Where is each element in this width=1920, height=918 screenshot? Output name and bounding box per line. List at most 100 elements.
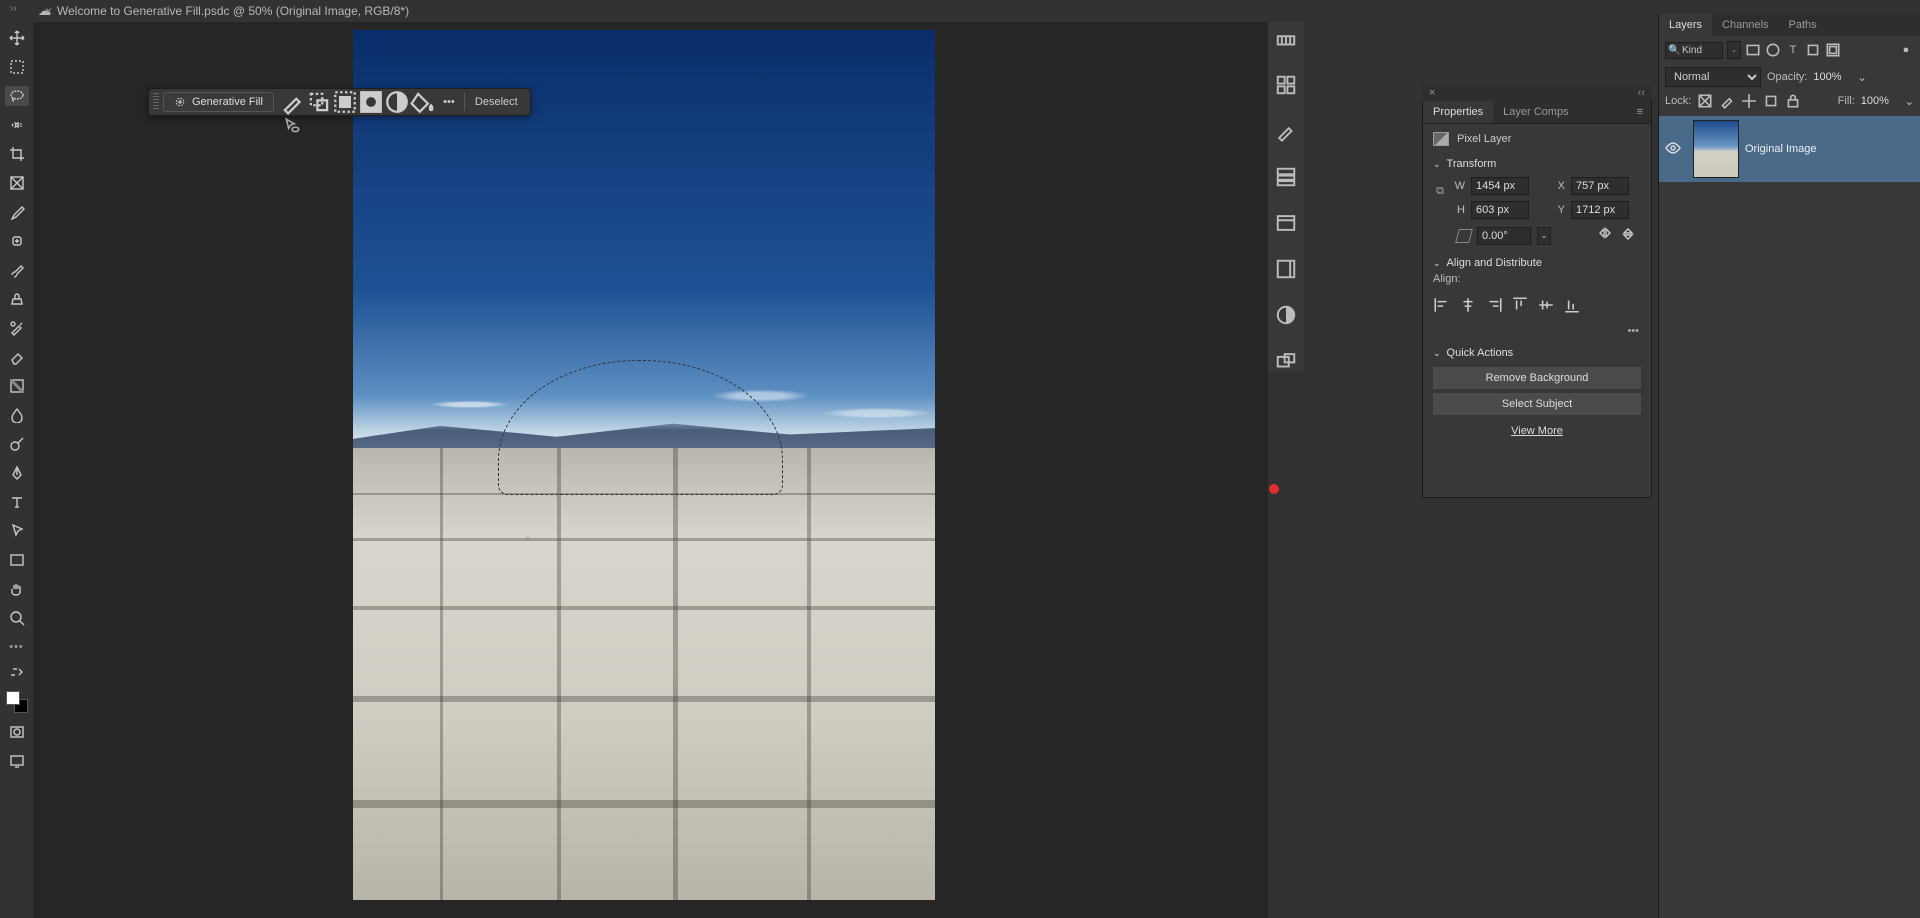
align-vcenter-icon[interactable] (1537, 297, 1555, 313)
swatches-panel-icon[interactable] (1275, 74, 1297, 96)
path-selection-tool[interactable] (5, 521, 29, 541)
height-input[interactable] (1471, 201, 1529, 219)
dodge-tool[interactable] (5, 434, 29, 454)
flip-vertical-icon[interactable] (1621, 226, 1635, 245)
filter-kind-dropdown[interactable]: ⌄ (1727, 41, 1741, 59)
blur-tool[interactable] (5, 405, 29, 425)
filter-adjustment-icon[interactable] (1765, 42, 1781, 58)
canvas-area[interactable]: Generative Fill ••• Deselect (33, 22, 1268, 918)
invert-selection-icon[interactable] (332, 91, 358, 113)
opacity-dropdown[interactable]: ⌄ (1857, 71, 1866, 84)
blend-mode-select[interactable]: Normal (1665, 67, 1761, 87)
mask-icon[interactable] (358, 91, 384, 113)
annotation-dot (1269, 484, 1279, 494)
swap-colors-icon[interactable] (5, 666, 29, 678)
transform-section-header[interactable]: ⌄Transform (1423, 154, 1651, 174)
angle-dropdown[interactable]: ⌄ (1537, 227, 1551, 245)
healing-brush-tool[interactable] (5, 231, 29, 251)
align-bottom-icon[interactable] (1563, 297, 1581, 313)
brush-tool[interactable] (5, 260, 29, 280)
modify-selection-icon[interactable] (306, 91, 332, 113)
color-panel-icon[interactable] (1275, 28, 1297, 50)
quick-actions-header[interactable]: ⌄Quick Actions (1423, 343, 1651, 363)
layer-row[interactable]: Original Image (1659, 116, 1920, 182)
fill-icon[interactable] (410, 91, 436, 113)
eraser-tool[interactable] (5, 347, 29, 367)
tab-close-icon[interactable]: × (45, 4, 52, 18)
generative-fill-button[interactable]: Generative Fill (163, 92, 274, 112)
flip-horizontal-icon[interactable] (1597, 226, 1613, 245)
frame-tool[interactable] (5, 173, 29, 193)
filter-type-icon[interactable]: T (1785, 42, 1801, 58)
hand-tool[interactable] (5, 579, 29, 599)
color-swatch[interactable] (6, 691, 28, 713)
align-right-icon[interactable] (1485, 297, 1503, 313)
brushes-panel-icon[interactable] (1275, 120, 1297, 142)
move-tool[interactable] (5, 28, 29, 48)
align-top-icon[interactable] (1511, 297, 1529, 313)
tab-layers[interactable]: Layers (1659, 14, 1712, 36)
quick-mask-tool[interactable] (5, 722, 29, 742)
zoom-tool[interactable] (5, 608, 29, 628)
crop-tool[interactable] (5, 144, 29, 164)
panel-collapse-icon[interactable]: ‹‹ (1638, 87, 1651, 99)
marquee-tool[interactable] (5, 57, 29, 77)
history-brush-tool[interactable] (5, 318, 29, 338)
layer-name[interactable]: Original Image (1745, 143, 1817, 155)
lock-transparency-icon[interactable] (1697, 93, 1713, 109)
lock-paint-icon[interactable] (1719, 93, 1735, 109)
lasso-tool[interactable] (5, 86, 29, 106)
fill-input[interactable] (1861, 95, 1899, 107)
align-more-icon[interactable]: ••• (1423, 323, 1651, 343)
lock-position-icon[interactable] (1741, 93, 1757, 109)
filter-pixel-icon[interactable] (1745, 42, 1761, 58)
view-more-link[interactable]: View More (1423, 419, 1651, 497)
width-input[interactable] (1471, 177, 1529, 195)
eyedropper-tool[interactable] (5, 202, 29, 222)
panel-menu-icon[interactable]: ≡ (1629, 101, 1651, 123)
gradient-tool[interactable] (5, 376, 29, 396)
adjustment-icon[interactable] (384, 91, 410, 113)
select-subject-button[interactable]: Select Subject (1433, 393, 1641, 415)
remove-background-button[interactable]: Remove Background (1433, 367, 1641, 389)
opacity-input[interactable] (1813, 71, 1851, 83)
filter-toggle-icon[interactable]: ● (1898, 42, 1914, 58)
selection-tool[interactable] (5, 115, 29, 135)
align-hcenter-icon[interactable] (1459, 297, 1477, 313)
clone-stamp-tool[interactable] (5, 289, 29, 309)
lock-all-icon[interactable] (1785, 93, 1801, 109)
align-left-icon[interactable] (1433, 297, 1451, 313)
adjustments-panel-icon[interactable] (1275, 304, 1297, 326)
expand-chevrons-icon[interactable]: ›› (10, 3, 17, 14)
panel-close-icon[interactable]: × (1423, 87, 1441, 99)
taskbar-grip[interactable] (153, 93, 159, 111)
link-dimensions-icon[interactable]: ⧉ (1433, 185, 1447, 198)
tab-channels[interactable]: Channels (1712, 14, 1778, 36)
screen-mode-tool[interactable] (5, 751, 29, 771)
brush-selection-icon[interactable] (280, 91, 306, 113)
libraries-panel-icon[interactable] (1275, 212, 1297, 234)
y-input[interactable] (1571, 201, 1629, 219)
lock-artboard-icon[interactable] (1763, 93, 1779, 109)
tab-properties[interactable]: Properties (1423, 101, 1493, 123)
comments-panel-icon[interactable] (1275, 350, 1297, 372)
filter-smart-icon[interactable] (1825, 42, 1841, 58)
rectangle-tool[interactable] (5, 550, 29, 570)
deselect-button[interactable]: Deselect (467, 96, 526, 108)
more-options-icon[interactable]: ••• (436, 91, 462, 113)
x-input[interactable] (1571, 177, 1629, 195)
layer-visibility-icon[interactable] (1659, 142, 1687, 157)
type-tool[interactable] (5, 492, 29, 512)
history-panel-icon[interactable] (1275, 166, 1297, 188)
layer-filter-search[interactable]: 🔍 (1665, 42, 1723, 59)
canvas-image (353, 30, 935, 900)
fill-dropdown[interactable]: ⌄ (1905, 95, 1914, 108)
align-section-header[interactable]: ⌄Align and Distribute (1423, 253, 1651, 273)
pen-tool[interactable] (5, 463, 29, 483)
edit-toolbar[interactable]: ••• (5, 637, 29, 657)
filter-shape-icon[interactable] (1805, 42, 1821, 58)
tab-paths[interactable]: Paths (1779, 14, 1827, 36)
paragraph-panel-icon[interactable] (1275, 258, 1297, 280)
angle-input[interactable] (1477, 227, 1531, 245)
tab-layer-comps[interactable]: Layer Comps (1493, 101, 1578, 123)
